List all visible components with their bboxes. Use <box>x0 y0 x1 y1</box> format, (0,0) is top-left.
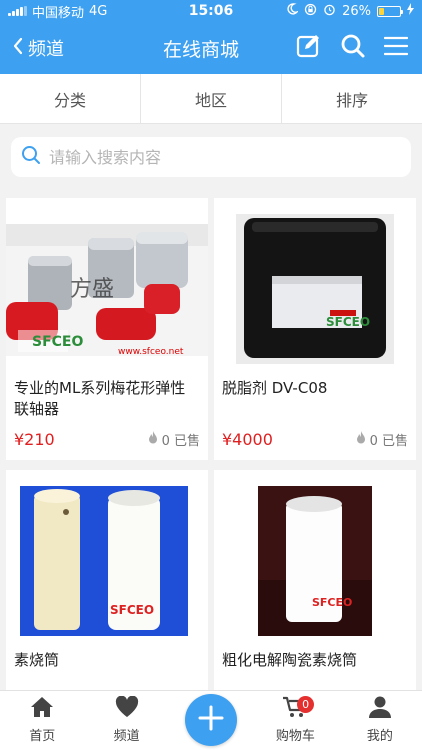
svg-text:SFCEO: SFCEO <box>312 596 352 609</box>
product-image: SFCEO <box>214 470 416 642</box>
filter-region[interactable]: 地区 <box>141 74 282 123</box>
charging-icon <box>407 3 414 19</box>
edit-icon[interactable] <box>296 33 322 63</box>
product-grid: 方盛 SFCEO www.sfceo.net 专业的ML系列梅花形弹性联轴器 ¥… <box>6 198 416 732</box>
battery-icon <box>377 5 403 17</box>
search-icon[interactable] <box>340 33 366 63</box>
search-input-icon <box>21 145 41 169</box>
add-button[interactable] <box>185 694 237 746</box>
search-section <box>0 124 422 190</box>
product-title: 专业的ML系列梅花形弹性联轴器 <box>14 379 186 418</box>
user-icon <box>368 696 392 722</box>
product-sold: 0 已售 <box>148 430 200 449</box>
filter-bar: 分类 地区 排序 <box>0 74 422 124</box>
tab-cart[interactable]: 购物车 0 <box>253 691 337 750</box>
nav-actions <box>282 33 422 63</box>
status-bar: 中国移动 4G 15:06 26% <box>0 0 422 22</box>
back-button[interactable]: 频道 <box>0 35 120 61</box>
tab-mine[interactable]: 我的 <box>338 691 422 750</box>
flame-icon <box>356 431 366 448</box>
lock-rotation-icon <box>304 3 317 20</box>
menu-icon[interactable] <box>383 35 409 61</box>
sold-count: 0 已售 <box>369 434 408 449</box>
status-time: 15:06 <box>188 3 234 19</box>
svg-text:SFCEO: SFCEO <box>110 603 154 617</box>
tab-home-label: 首页 <box>29 729 56 744</box>
product-sold: 0 已售 <box>356 430 408 449</box>
network-label: 4G <box>89 3 108 19</box>
alarm-icon <box>323 3 336 20</box>
nav-bar: 频道 在线商城 <box>0 22 422 74</box>
home-icon <box>30 696 54 722</box>
status-right: 26% <box>274 3 414 20</box>
product-meta: ¥4000 0 已售 <box>214 422 416 449</box>
page-title: 在线商城 <box>162 38 239 61</box>
sold-count: 0 已售 <box>161 434 200 449</box>
chevron-left-icon <box>12 37 24 60</box>
battery-percent: 26% <box>342 3 371 19</box>
tab-channel[interactable]: 频道 <box>84 691 168 750</box>
search-box[interactable] <box>11 137 411 177</box>
status-left: 中国移动 4G <box>8 2 148 21</box>
filter-category[interactable]: 分类 <box>0 74 141 123</box>
signal-icon <box>8 6 27 16</box>
product-card[interactable]: 方盛 SFCEO www.sfceo.net 专业的ML系列梅花形弹性联轴器 ¥… <box>6 198 208 460</box>
svg-text:SFCEO: SFCEO <box>32 334 83 350</box>
tab-home[interactable]: 首页 <box>0 691 84 750</box>
heart-icon <box>115 695 139 722</box>
back-label: 频道 <box>28 39 64 60</box>
tab-channel-label: 频道 <box>113 729 140 744</box>
product-meta: ¥210 0 已售 <box>6 422 208 449</box>
product-image: SFCEO <box>214 198 416 370</box>
product-price: ¥4000 <box>222 430 273 449</box>
moon-icon <box>286 3 300 19</box>
product-image: 方盛 SFCEO www.sfceo.net <box>6 198 208 370</box>
cart-badge: 0 <box>297 696 315 713</box>
svg-text:SFCEO: SFCEO <box>326 315 370 329</box>
product-title: 脱脂剂 DV-C08 <box>222 379 328 397</box>
product-price: ¥210 <box>14 430 55 449</box>
search-input[interactable] <box>49 147 401 167</box>
plus-icon <box>198 705 224 735</box>
flame-icon <box>148 431 158 448</box>
carrier-label: 中国移动 <box>32 5 85 21</box>
tab-cart-label: 购物车 <box>275 729 315 744</box>
tab-mine-label: 我的 <box>366 729 393 744</box>
image-watermark-text: www.sfceo.net <box>118 347 184 357</box>
product-title: 粗化电解陶瓷素烧筒 <box>222 651 358 669</box>
product-image: SFCEO <box>6 470 208 642</box>
image-brand-text: 方盛 <box>70 277 114 302</box>
filter-sort[interactable]: 排序 <box>282 74 422 123</box>
product-card[interactable]: SFCEO 脱脂剂 DV-C08 ¥4000 0 已售 <box>214 198 416 460</box>
product-title: 素烧筒 <box>14 651 60 669</box>
